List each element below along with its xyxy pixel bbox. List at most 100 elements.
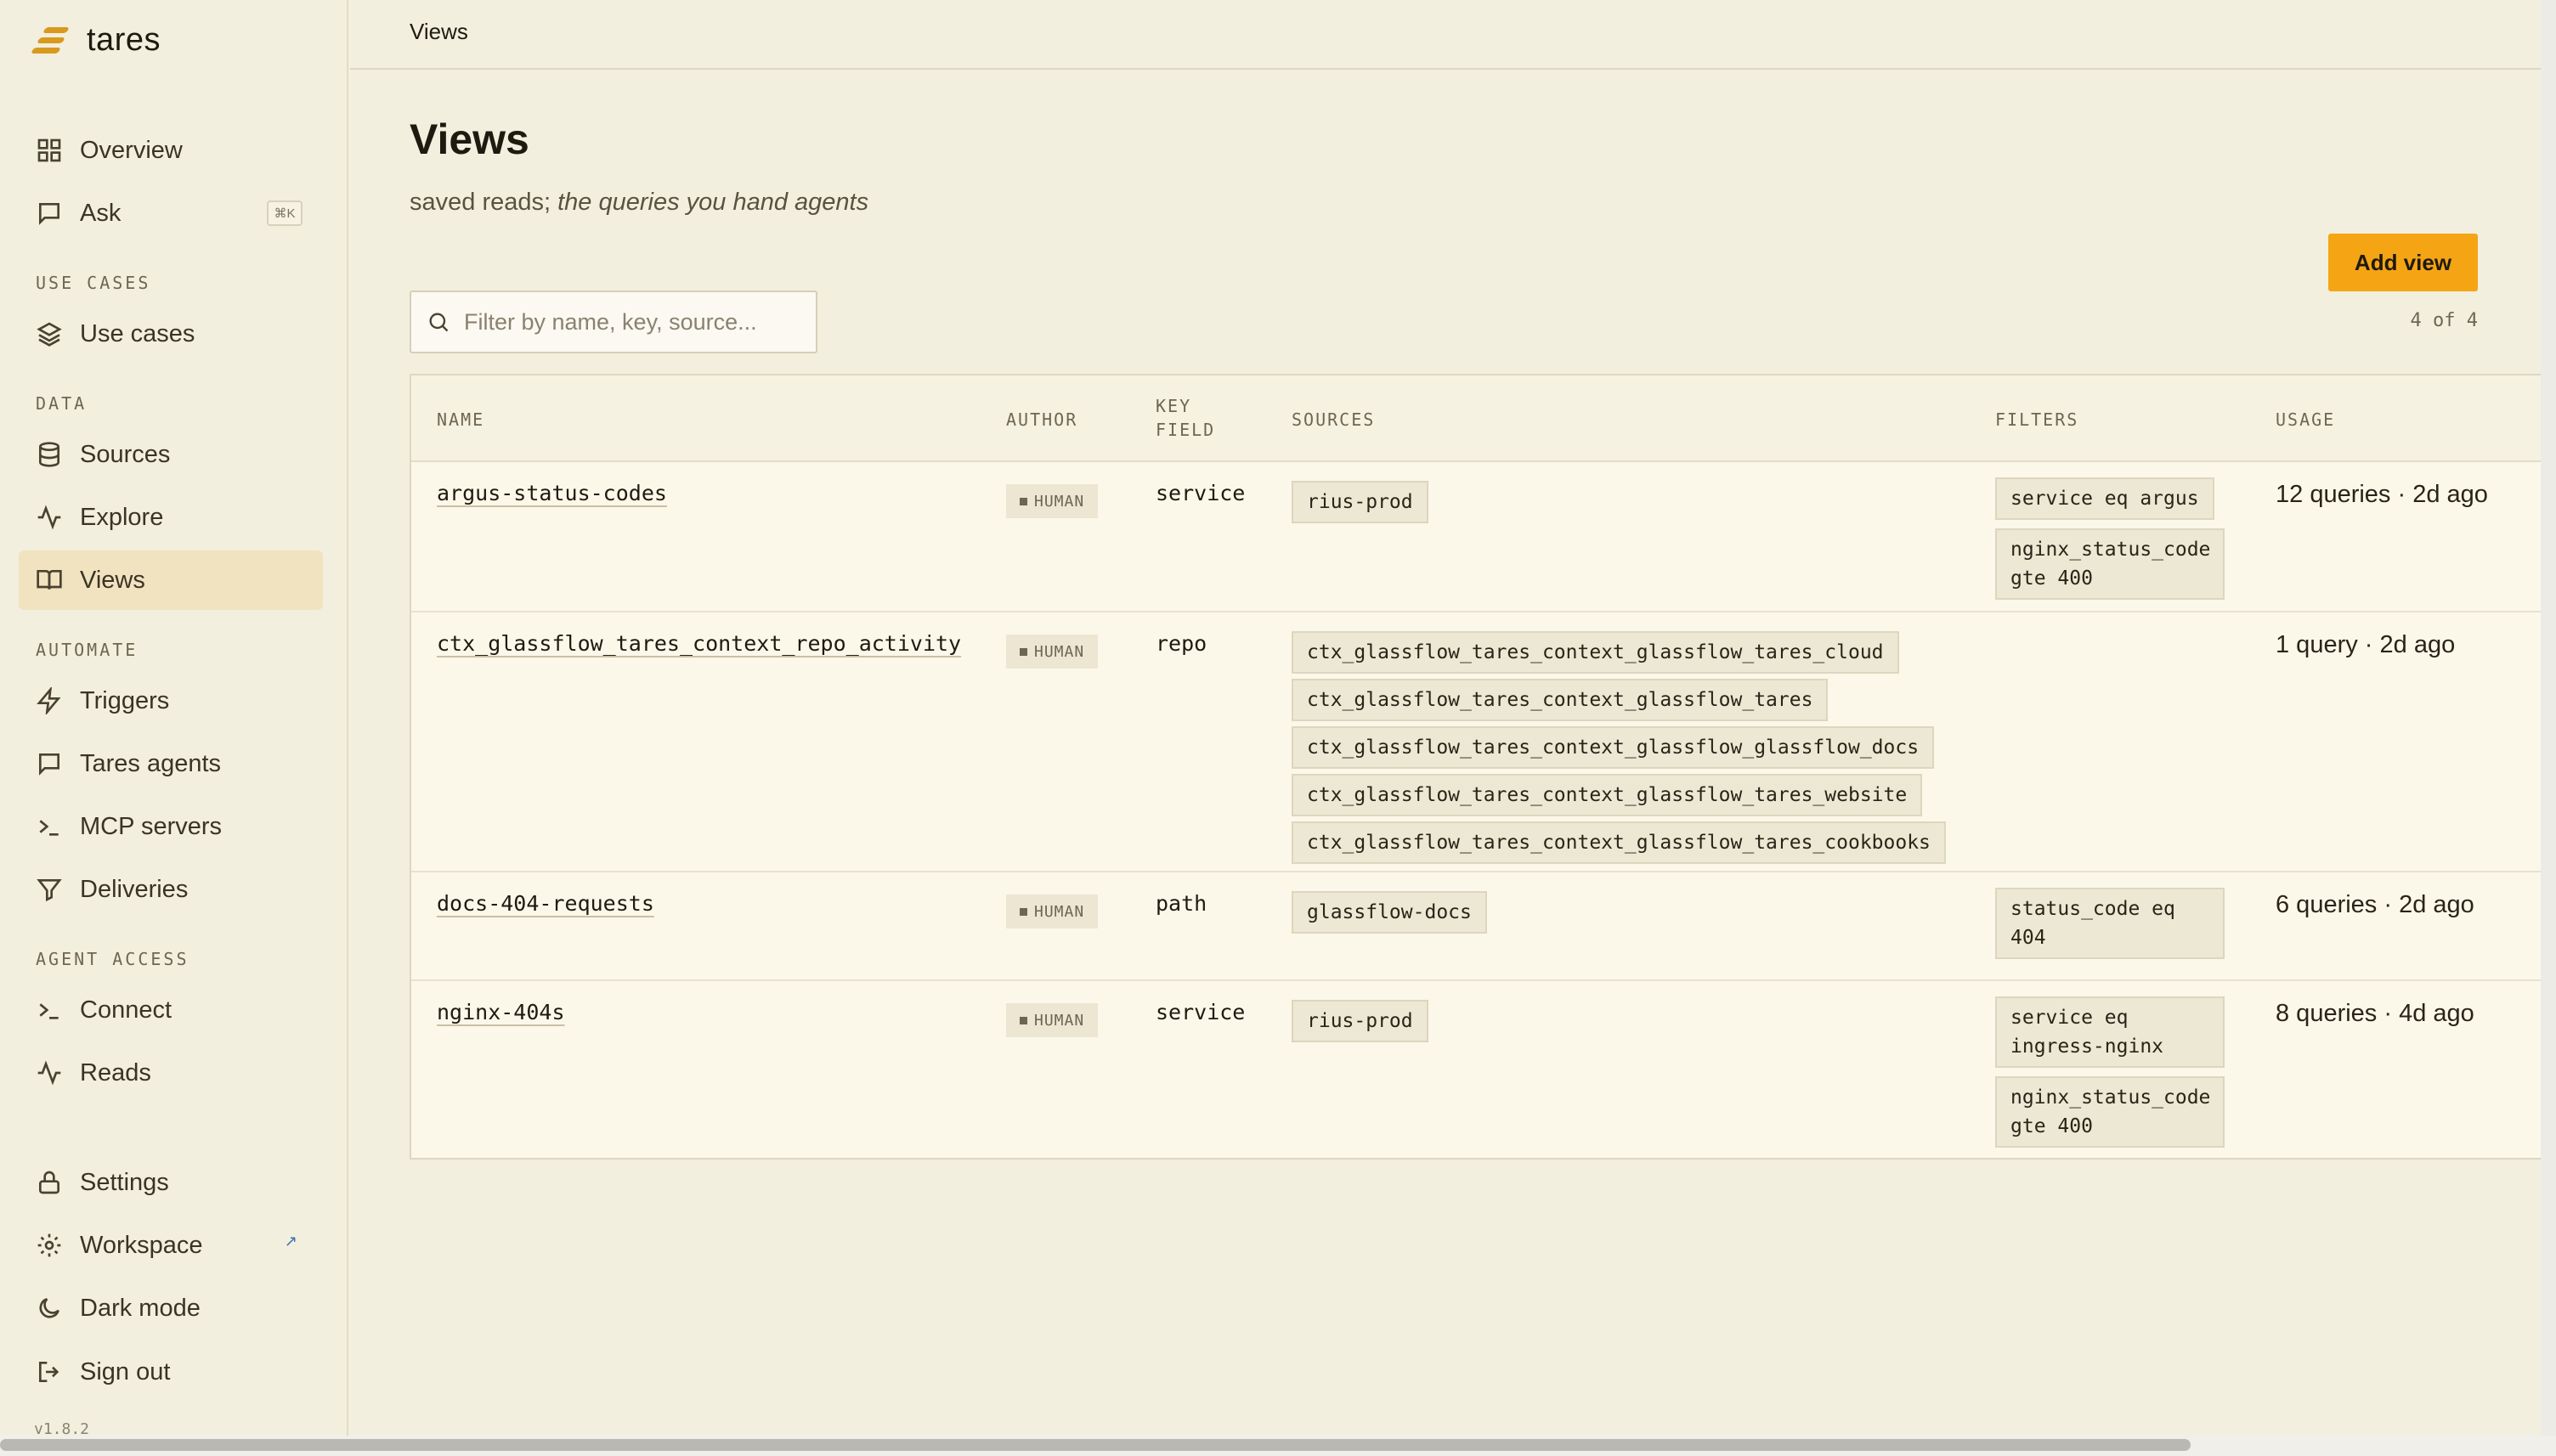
section-data: DATA — [36, 393, 88, 414]
filter-chip: service eq argus — [1995, 477, 2214, 520]
filter-chip: service eq ingress-nginx — [1995, 996, 2225, 1068]
table-row[interactable]: ctx_glassflow_tares_context_repo_activit… — [411, 612, 2542, 872]
nav-label: Use cases — [80, 319, 195, 347]
filter-chip: status_code eq 404 — [1995, 888, 2225, 959]
nav-views[interactable]: Views — [19, 550, 323, 610]
author-label: HUMAN — [1034, 492, 1085, 511]
activity-icon — [37, 505, 61, 530]
activity-icon — [37, 1060, 61, 1086]
search-input[interactable] — [464, 308, 804, 336]
views-table: NAME AUTHOR KEY FIELD SOURCES FILTERS US… — [410, 374, 2542, 1160]
log-out-icon — [39, 1362, 59, 1382]
usage-text: 1 query · 2d ago — [2276, 631, 2456, 658]
search-box — [410, 291, 817, 353]
nav-label: Reads — [80, 1058, 151, 1086]
nav-settings[interactable]: Settings — [19, 1153, 323, 1212]
nav-explore[interactable]: Explore — [19, 488, 323, 547]
source-chip: rius-prod — [1292, 1000, 1428, 1042]
header-usage[interactable]: USAGE — [2276, 408, 2335, 432]
view-name-link[interactable]: nginx-404s — [437, 1000, 565, 1024]
header-sources[interactable]: SOURCES — [1292, 408, 1375, 432]
nav-label: Settings — [80, 1168, 169, 1196]
nav-label: Sources — [80, 440, 171, 468]
horizontal-scrollbar-thumb[interactable] — [0, 1439, 2191, 1451]
nav-reads[interactable]: Reads — [19, 1043, 323, 1103]
nav-label: Dark mode — [80, 1294, 201, 1322]
tares-logo-icon — [30, 24, 71, 58]
zap-icon — [37, 687, 61, 714]
lock-icon — [39, 1171, 59, 1194]
view-name-link[interactable]: argus-status-codes — [437, 481, 667, 505]
page-title: Views — [410, 116, 529, 163]
app-name: tares — [87, 22, 161, 58]
author-badge: HUMAN — [1006, 894, 1099, 928]
view-name-link[interactable]: ctx_glassflow_tares_context_repo_activit… — [437, 631, 961, 656]
view-name-link[interactable]: docs-404-requests — [437, 891, 654, 916]
key-field: path — [1156, 891, 1207, 916]
subtitle-italic: the queries you hand agents — [557, 189, 869, 216]
nav-triggers[interactable]: Triggers — [19, 671, 323, 731]
header-key-field[interactable]: KEY FIELD — [1156, 394, 1215, 442]
header-author[interactable]: AUTHOR — [1006, 408, 1077, 432]
nav-label: Explore — [80, 503, 164, 531]
message-icon — [39, 753, 59, 776]
usage-text: 6 queries · 2d ago — [2276, 891, 2474, 918]
nav-connect[interactable]: Connect — [19, 980, 323, 1040]
gear-icon — [37, 1233, 61, 1257]
source-chip: ctx_glassflow_tares_context_glassflow_ta… — [1292, 679, 1829, 721]
add-view-button[interactable]: Add view — [2328, 234, 2478, 291]
page-subtitle: saved reads; the queries you hand agents — [410, 189, 868, 217]
author-label: HUMAN — [1034, 642, 1085, 661]
table-row[interactable]: docs-404-requests HUMAN path glassflow-d… — [411, 872, 2542, 981]
header-filters[interactable]: FILTERS — [1995, 408, 2078, 432]
author-label: HUMAN — [1034, 1011, 1085, 1030]
nav-deliveries[interactable]: Deliveries — [19, 860, 323, 919]
book-open-icon — [37, 570, 62, 590]
nav-ask[interactable]: Ask ⌘K — [19, 183, 323, 243]
section-use-cases: USE CASES — [36, 273, 151, 293]
external-link-icon: ↗ — [284, 1233, 297, 1250]
author-badge: HUMAN — [1006, 635, 1099, 669]
nav-mcp-servers[interactable]: MCP servers — [19, 797, 323, 856]
subtitle-plain: saved reads; — [410, 189, 558, 216]
nav-tares-agents[interactable]: Tares agents — [19, 734, 323, 793]
source-chip: rius-prod — [1292, 481, 1428, 523]
layers-icon — [37, 322, 62, 347]
header-name[interactable]: NAME — [437, 408, 484, 432]
source-chip: ctx_glassflow_tares_context_glassflow_ta… — [1292, 821, 1946, 864]
filter-chip: nginx_status_code gte 400 — [1995, 1076, 2225, 1148]
database-icon — [39, 442, 59, 467]
square-icon — [1020, 1016, 1027, 1024]
nav-label: Workspace — [80, 1231, 203, 1259]
usage-text: 12 queries · 2d ago — [2276, 481, 2488, 508]
vertical-scrollbar[interactable] — [2541, 0, 2556, 1436]
logo[interactable]: tares — [30, 22, 161, 59]
header-field-line: FIELD — [1156, 420, 1216, 440]
nav-label: Triggers — [80, 686, 170, 714]
nav-sign-out[interactable]: Sign out — [19, 1342, 323, 1402]
table-row[interactable]: nginx-404s HUMAN service rius-prod servi… — [411, 981, 2542, 1160]
grid-icon — [37, 138, 61, 162]
square-icon — [1020, 907, 1027, 916]
source-chip: glassflow-docs — [1292, 891, 1487, 934]
message-icon — [39, 203, 59, 225]
usage-text: 8 queries · 4d ago — [2276, 1000, 2474, 1027]
author-label: HUMAN — [1034, 902, 1085, 921]
nav-use-cases[interactable]: Use cases — [19, 304, 323, 364]
nav-sources[interactable]: Sources — [19, 425, 323, 484]
version-label: v1.8.2 — [34, 1420, 90, 1436]
filter-icon — [37, 879, 62, 902]
shortcut-badge: ⌘K — [267, 200, 303, 226]
nav-workspace[interactable]: Workspace ↗ — [19, 1216, 323, 1275]
nav-label: Overview — [80, 136, 183, 164]
nav-overview[interactable]: Overview — [19, 121, 323, 180]
terminal-icon — [39, 1003, 59, 1019]
source-chip: ctx_glassflow_tares_context_glassflow_gl… — [1292, 726, 1935, 769]
nav-dark-mode[interactable]: Dark mode — [19, 1278, 323, 1338]
table-row[interactable]: argus-status-codes HUMAN service rius-pr… — [411, 462, 2542, 612]
author-badge: HUMAN — [1006, 1003, 1099, 1037]
nav-label: MCP servers — [80, 812, 223, 840]
nav-label: Connect — [80, 996, 172, 1024]
source-chip: ctx_glassflow_tares_context_glassflow_ta… — [1292, 774, 1923, 816]
section-agent-access: AGENT ACCESS — [36, 949, 189, 969]
